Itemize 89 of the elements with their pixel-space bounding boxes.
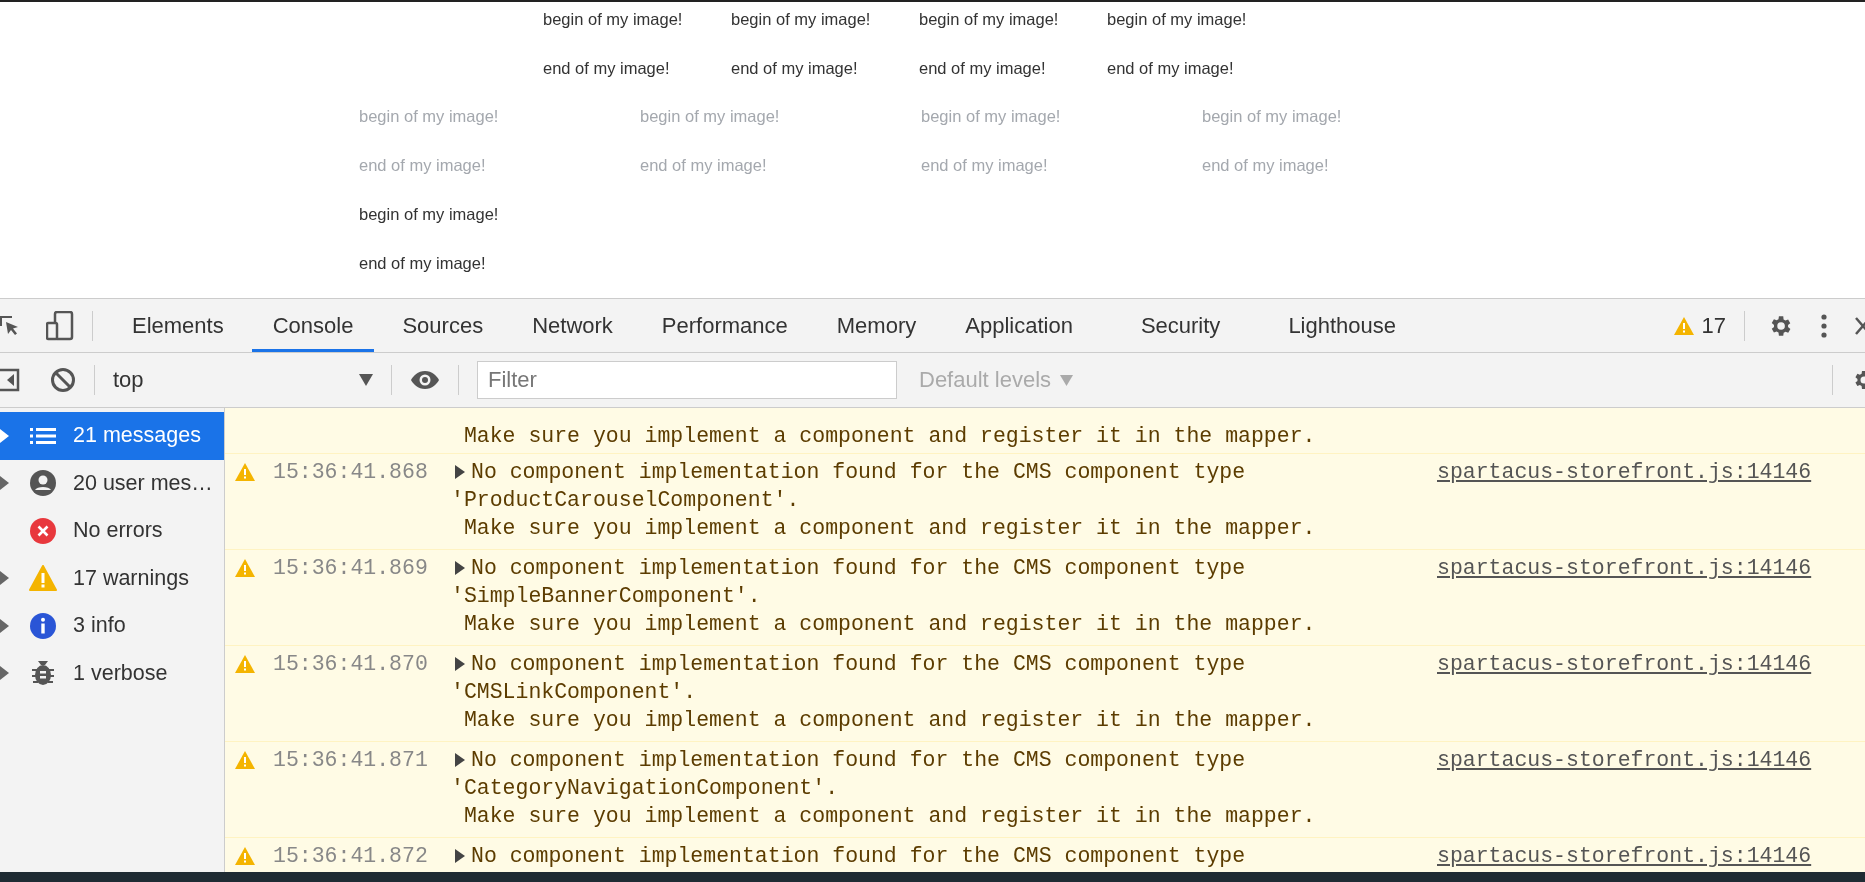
- expand-icon[interactable]: [0, 666, 9, 681]
- source-link[interactable]: spartacus-storefront.js:14146: [1437, 652, 1812, 676]
- panel-tab[interactable]: Performance: [640, 299, 809, 352]
- expand-icon[interactable]: [0, 476, 9, 491]
- page-text: end of my image!: [919, 58, 1046, 79]
- page-text: end of my image!: [359, 252, 486, 274]
- inspect-icon[interactable]: [0, 313, 20, 338]
- message-text: No component implementation found for the CMS component type: [471, 747, 1246, 774]
- panel-tab[interactable]: Security: [1119, 299, 1242, 352]
- page-text: end of my image!: [1202, 155, 1329, 177]
- expand-icon[interactable]: [454, 753, 465, 767]
- page-text: begin of my image!: [640, 106, 780, 128]
- timestamp: 15:36:41.868: [273, 460, 428, 484]
- list-icon: [29, 426, 57, 445]
- device-icon[interactable]: [46, 310, 74, 341]
- expand-icon[interactable]: [0, 618, 9, 633]
- expand-icon[interactable]: [454, 465, 465, 479]
- timestamp: 15:36:41.869: [273, 556, 428, 580]
- clear-icon[interactable]: [50, 367, 76, 393]
- panel-tab[interactable]: Network: [511, 299, 634, 352]
- expand-icon[interactable]: [454, 657, 465, 671]
- warning-icon: [235, 463, 255, 481]
- warning-icon: [29, 565, 57, 592]
- page-text: begin of my image!: [359, 203, 499, 225]
- warning-icon: [235, 559, 255, 577]
- page-text: end of my image!: [921, 155, 1048, 177]
- page-text: end of my image!: [731, 58, 858, 79]
- message-text: 'CMSLinkComponent'.: [451, 679, 698, 706]
- sidebar-item[interactable]: 1 verbose: [0, 649, 224, 697]
- filter-field[interactable]: Filter: [477, 361, 897, 399]
- message-text: No component implementation found for the CMS component type: [471, 555, 1246, 582]
- page-text: begin of my image!: [359, 106, 499, 128]
- page-text: begin of my image!: [1107, 9, 1247, 30]
- message-text: No component implementation found for the CMS component type: [471, 843, 1246, 870]
- message-text: Make sure you implement a component and register it in the mapper.: [462, 611, 1317, 638]
- bug-icon: [29, 660, 57, 687]
- message-text: 'SimpleBannerComponent'.: [451, 583, 762, 610]
- panel-tab[interactable]: Application: [944, 299, 1094, 352]
- page-text: begin of my image!: [919, 9, 1059, 30]
- eye-icon[interactable]: [410, 370, 440, 390]
- page-text: begin of my image!: [731, 9, 871, 30]
- source-link[interactable]: spartacus-storefront.js:14146: [1437, 460, 1812, 484]
- message-text: No component implementation found for the CMS component type: [471, 459, 1246, 486]
- sidebar-toggle-icon[interactable]: [0, 368, 20, 392]
- user-icon: [29, 470, 57, 497]
- warning-icon: [235, 847, 255, 865]
- panel-tab[interactable]: Elements: [111, 299, 245, 352]
- message-text: 'ProductCarouselComponent'.: [451, 487, 801, 514]
- sidebar-item[interactable]: 21 messages: [0, 412, 224, 460]
- warning-icon: [235, 751, 255, 769]
- page-text: begin of my image!: [543, 9, 683, 30]
- timestamp: 15:36:41.872: [273, 844, 428, 868]
- timestamp: 15:36:41.871: [273, 748, 428, 772]
- warning-count[interactable]: 17: [1701, 312, 1726, 339]
- page-text: end of my image!: [640, 155, 767, 177]
- message-text: Make sure you implement a component and register it in the mapper.: [462, 515, 1317, 542]
- page-text: begin of my image!: [921, 106, 1061, 128]
- message-text: Make sure you implement a component and register it in the mapper.: [462, 803, 1317, 830]
- expand-icon[interactable]: [0, 428, 9, 443]
- expand-icon[interactable]: [0, 571, 9, 586]
- sidebar-item[interactable]: 3 info: [0, 602, 224, 650]
- warning-icon: [235, 655, 255, 673]
- error-icon: [29, 517, 57, 544]
- expand-icon[interactable]: [454, 561, 465, 575]
- expand-icon[interactable]: [454, 849, 465, 863]
- page-text: end of my image!: [543, 58, 670, 79]
- message-text: 'CategoryNavigationComponent'.: [451, 775, 840, 802]
- dropdown-icon: [359, 374, 373, 386]
- source-link[interactable]: spartacus-storefront.js:14146: [1437, 748, 1812, 772]
- message-text: Make sure you implement a component and register it in the mapper.: [462, 707, 1317, 734]
- page-text: begin of my image!: [1202, 106, 1342, 128]
- close-icon[interactable]: [1855, 316, 1865, 335]
- page-text: end of my image!: [1107, 58, 1234, 79]
- timestamp: 15:36:41.870: [273, 652, 428, 676]
- source-link[interactable]: spartacus-storefront.js:14146: [1437, 556, 1812, 580]
- page-text: end of my image!: [359, 155, 486, 177]
- source-link[interactable]: spartacus-storefront.js:14146: [1437, 844, 1812, 868]
- sidebar-item[interactable]: No errors: [0, 507, 224, 555]
- panel-tab[interactable]: Sources: [381, 299, 505, 352]
- sidebar-item[interactable]: 17 warnings: [0, 554, 224, 602]
- panel-tab[interactable]: Lighthouse: [1267, 299, 1418, 352]
- message-text: No component implementation found for the CMS component type: [471, 651, 1246, 678]
- more-icon[interactable]: [1821, 313, 1827, 338]
- context-select[interactable]: top: [113, 367, 373, 393]
- sidebar-item[interactable]: 20 user mes…: [0, 459, 224, 507]
- panel-tab[interactable]: Memory: [815, 299, 938, 352]
- info-icon: [29, 612, 57, 639]
- message-text: Make sure you implement a component and register it in the mapper.: [462, 423, 1317, 450]
- dropdown-icon: [1060, 374, 1074, 386]
